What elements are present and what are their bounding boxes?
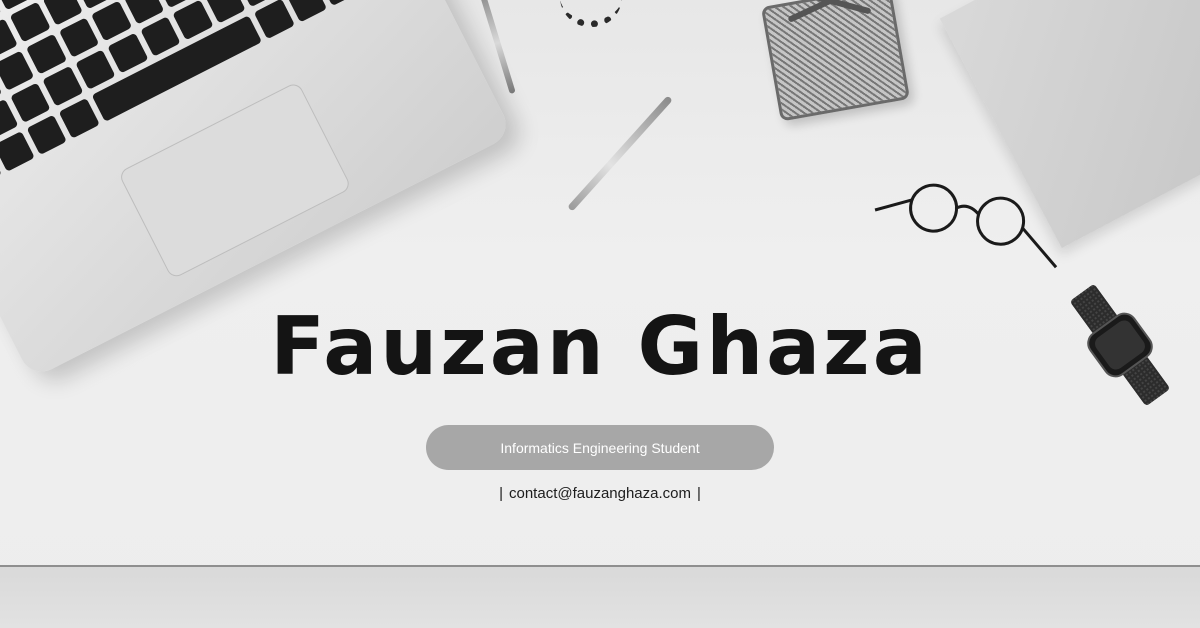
banner: Fauzan Ghaza Informatics Engineering Stu…	[0, 0, 1200, 628]
desk-front-surface	[0, 567, 1200, 628]
person-name: Fauzan Ghaza	[270, 300, 930, 393]
contact-divider-left: |	[499, 485, 503, 502]
pen-holder-image	[754, 0, 911, 122]
pen-image	[567, 95, 673, 212]
contact-divider-right: |	[697, 485, 701, 502]
cable-image	[560, 0, 622, 27]
tagline-text: Informatics Engineering Student	[500, 439, 700, 456]
tagline-badge: Informatics Engineering Student	[426, 425, 774, 470]
contact-email[interactable]: contact@fauzanghaza.com	[509, 485, 691, 502]
contact-line: | contact@fauzanghaza.com |	[0, 485, 1200, 502]
